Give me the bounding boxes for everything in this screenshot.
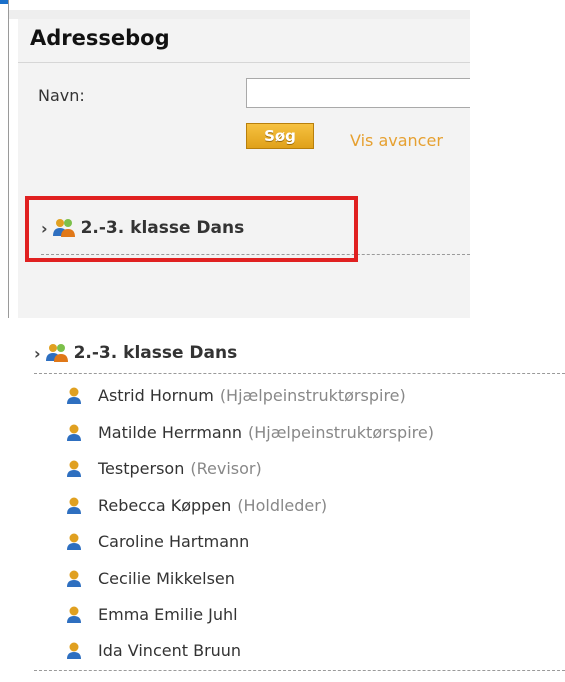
member-row[interactable]: Testperson (Revisor) [66,459,262,478]
person-icon [67,497,81,514]
person-icon [67,606,81,623]
group-row-expanded[interactable]: › 2.-3. klasse Dans [34,343,237,363]
member-name[interactable]: Emma Emilie Juhl [98,605,238,624]
panel-clip-area [470,0,565,318]
name-search-input[interactable] [246,78,486,108]
member-row[interactable]: Emma Emilie Juhl [66,605,244,624]
address-book-title: Adressebog [30,26,170,50]
group-icon [45,344,68,362]
member-role: (Hjælpeinstruktørspire) [219,386,406,405]
person-icon [67,460,81,477]
member-row[interactable]: Ida Vincent Bruun [66,641,247,660]
group-header-divider [34,373,565,374]
member-name[interactable]: Ida Vincent Bruun [98,641,241,660]
advanced-search-link[interactable]: Vis avancer [350,131,443,150]
panel-top-strip [9,10,470,19]
address-book-box [18,19,470,318]
member-name[interactable]: Rebecca Køppen [98,496,231,515]
member-row[interactable]: Astrid Hornum (Hjælpeinstruktørspire) [66,386,406,405]
person-icon [67,570,81,587]
search-button[interactable]: Søg [246,123,314,149]
member-role: (Holdleder) [237,496,328,515]
top-link-fragment [0,0,8,4]
highlight-box [25,196,358,262]
member-role: (Hjælpeinstruktørspire) [248,423,434,442]
chevron-right-icon[interactable]: › [34,344,41,363]
group-name[interactable]: 2.-3. klasse Dans [74,343,238,363]
person-icon [67,642,81,659]
address-book-panel: Adressebog Navn: Søg Vis avancer › 2.-3.… [0,0,486,318]
title-divider [18,62,470,63]
member-name[interactable]: Cecilie Mikkelsen [98,569,235,588]
person-icon [67,533,81,550]
member-row[interactable]: Rebecca Køppen (Holdleder) [66,496,327,515]
panel-left-border [8,0,9,318]
person-icon [67,424,81,441]
member-name[interactable]: Matilde Herrmann [98,423,242,442]
name-label: Navn: [38,86,85,105]
member-role: (Revisor) [190,459,262,478]
member-name[interactable]: Astrid Hornum [98,386,214,405]
member-row[interactable]: Cecilie Mikkelsen [66,569,241,588]
member-name[interactable]: Caroline Hartmann [98,532,249,551]
member-row[interactable]: Matilde Herrmann (Hjælpeinstruktørspire) [66,423,434,442]
member-name[interactable]: Testperson [98,459,184,478]
member-list-divider [34,670,565,671]
person-icon [67,387,81,404]
member-row[interactable]: Caroline Hartmann [66,532,255,551]
